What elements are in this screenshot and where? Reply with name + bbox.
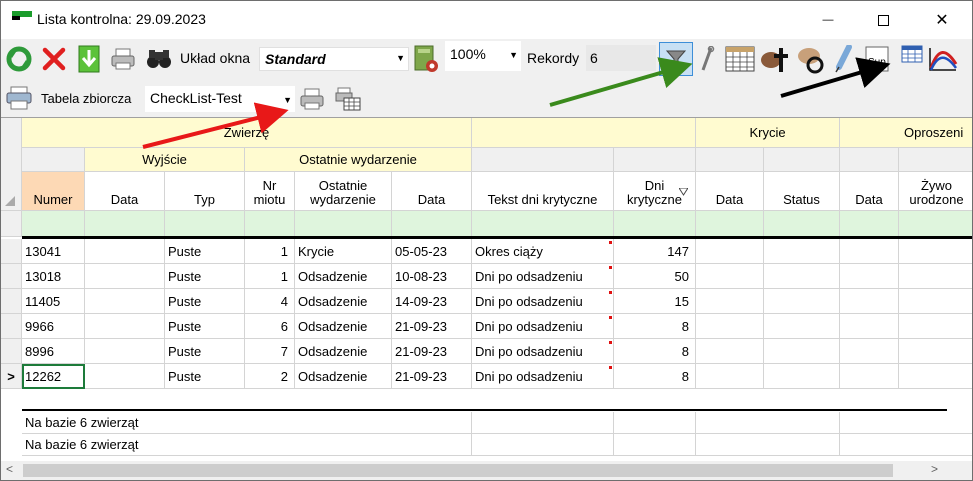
application-window: Lista kontrolna: 29.09.2023 — ✕ Układ ok… xyxy=(0,0,973,481)
annotation-overlay xyxy=(142,57,891,149)
red-annotation-arrow xyxy=(142,102,289,149)
black-annotation-arrow xyxy=(780,57,891,98)
green-annotation-arrow xyxy=(549,57,693,107)
